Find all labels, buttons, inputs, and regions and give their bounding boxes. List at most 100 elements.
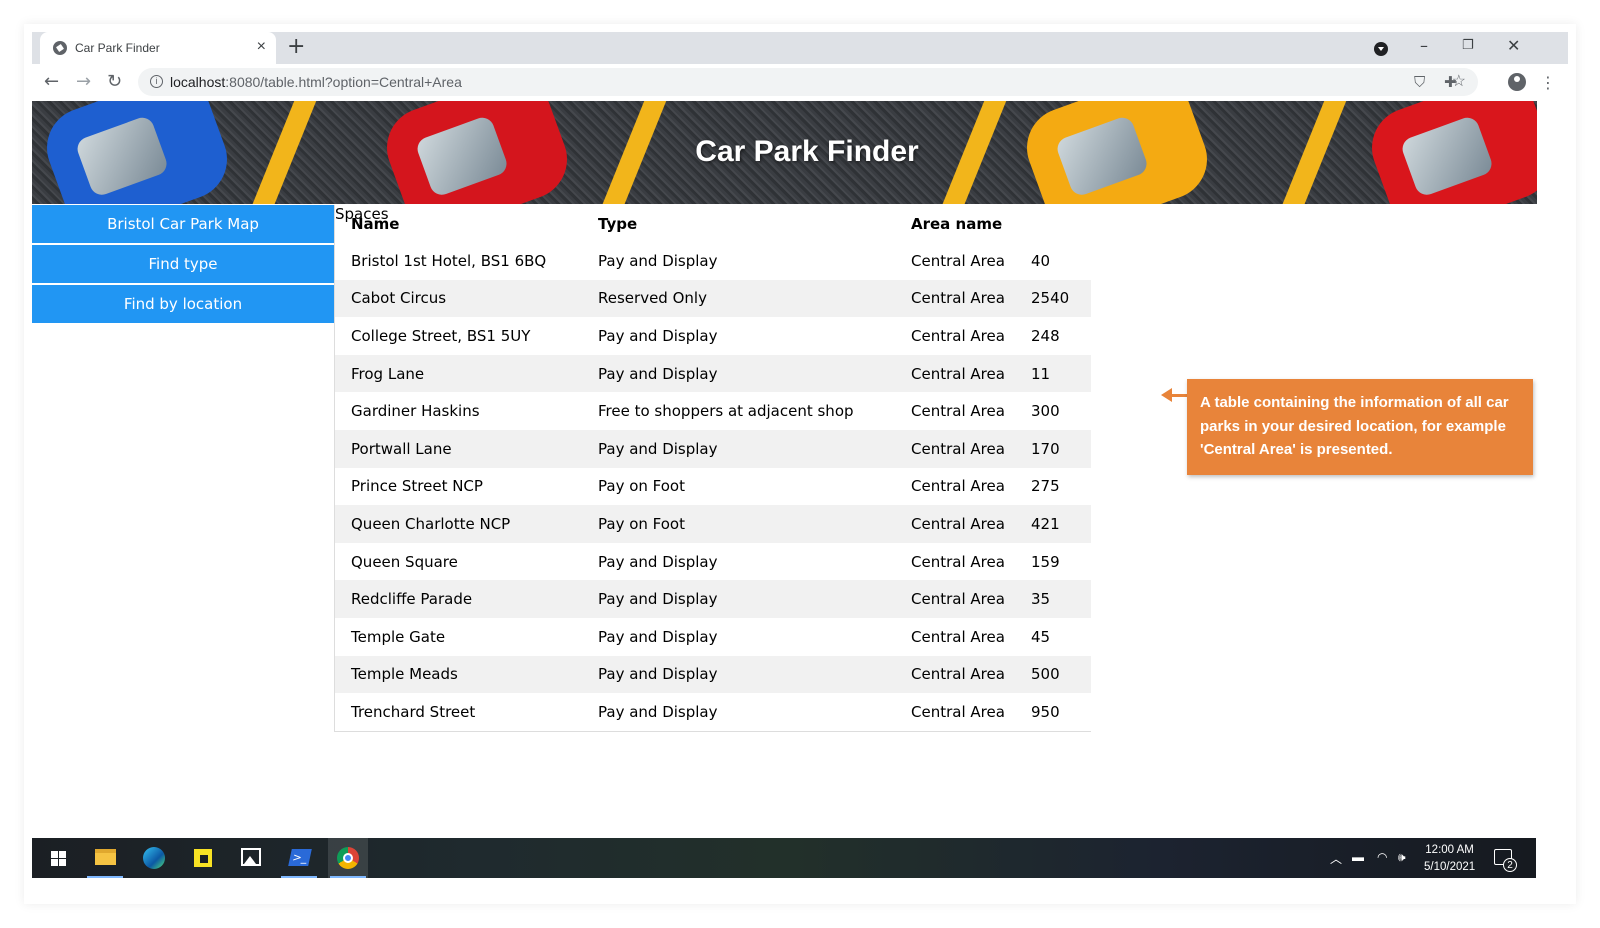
table-row: Redcliffe Parade Pay and Display Central A…: [335, 580, 1091, 618]
cell-name: College Street, BS1 5UY: [351, 326, 531, 345]
reload-icon[interactable]: ↻: [107, 71, 122, 92]
notification-count-badge: 2: [1503, 858, 1517, 872]
url-host: localhost: [170, 74, 226, 90]
callout-arrow: [1170, 394, 1188, 397]
cell-spaces: 2540: [1021, 279, 1091, 318]
cell-name: Portwall Lane: [335, 429, 582, 468]
side-navigation: Bristol Car Park Map Find type Find by l…: [32, 205, 334, 325]
cell-area-name: Central Area: [911, 552, 1005, 571]
chrome-taskbar-icon[interactable]: [328, 838, 368, 878]
cell-spaces: 950: [1031, 702, 1060, 721]
cell-spaces: 421: [1021, 505, 1091, 543]
header-spaces-spacer: [1021, 205, 1091, 242]
header-type: Type: [598, 214, 638, 233]
minimize-icon[interactable]: –: [1420, 36, 1428, 55]
tray-chevron-icon[interactable]: ︿: [1330, 850, 1342, 867]
table-row: Prince Street NCP Pay on Foot Central Area…: [335, 468, 1091, 506]
sticky-notes-taskbar-icon[interactable]: [182, 838, 222, 878]
cell-area-name: Central Area: [911, 702, 1005, 721]
table-row: Queen Charlotte NCP Pay on Foot Central Ar…: [335, 505, 1091, 543]
start-button[interactable]: [36, 838, 76, 878]
table-row: Temple Gate Pay and Display Central Area 45: [335, 618, 1091, 656]
nav-bristol-car-park-map[interactable]: Bristol Car Park Map: [32, 205, 334, 243]
cell-name: Prince Street NCP: [351, 477, 483, 496]
table-row: College Street, BS1 5UY Pay and Display Ce…: [335, 317, 1091, 355]
volume-icon[interactable]: 🕪: [1398, 850, 1406, 865]
cell-name: Trenchard Street: [351, 702, 476, 721]
cell-type: Pay and Display: [582, 354, 895, 393]
windows-taskbar: >_ ︿ ▬ ◠ 🕪 12:00 AM 5/10/2021 2: [32, 838, 1536, 878]
url-path: :8080/table.html?option=Central+Area: [225, 74, 462, 90]
more-menu-icon[interactable]: ⋮: [1540, 73, 1556, 92]
window-close-icon[interactable]: ✕: [1507, 36, 1520, 55]
cell-spaces: 45: [1031, 627, 1051, 646]
cell-type: Pay and Display: [598, 251, 718, 270]
address-bar[interactable]: i localhost:8080/table.html?option=Centr…: [138, 68, 1478, 96]
header-area-name: Area name: [911, 214, 1003, 233]
new-tab-icon[interactable]: +: [287, 34, 305, 59]
photos-taskbar-icon[interactable]: [230, 838, 270, 878]
table-row: Trenchard Street Pay and Display Central A…: [335, 693, 1091, 731]
cell-area-name: Central Area: [911, 326, 1005, 345]
cell-area-name: Central Area: [895, 354, 1021, 393]
cell-spaces: 40: [1031, 251, 1051, 270]
forward-arrow-icon[interactable]: →: [76, 71, 91, 92]
clock-time: 12:00 AM: [1425, 844, 1474, 856]
table-row: Gardiner Haskins Free to shoppers at adja…: [335, 392, 1091, 430]
cell-type: Pay and Display: [598, 326, 718, 345]
cell-name: Cabot Circus: [335, 279, 582, 318]
wifi-icon[interactable]: ◠: [1377, 850, 1387, 864]
tab-title: Car Park Finder: [75, 41, 160, 55]
edge-taskbar-icon[interactable]: [133, 838, 173, 878]
annotation-callout: A table containing the information of al…: [1187, 379, 1533, 475]
file-explorer-taskbar-icon[interactable]: [85, 838, 125, 878]
cell-spaces: 35: [1021, 580, 1091, 618]
cell-name: Temple Gate: [351, 627, 446, 646]
browser-toolbar: ← → ↻ i localhost:8080/table.html?option…: [32, 64, 1568, 102]
cell-spaces: 275: [1031, 477, 1060, 496]
cell-type: Pay and Display: [598, 702, 718, 721]
nav-find-by-location[interactable]: Find by location: [32, 285, 334, 323]
table-body: Bristol 1st Hotel, BS1 6BQ Pay and Displa…: [335, 242, 1091, 731]
system-clock[interactable]: 12:00 AM 5/10/2021: [1424, 842, 1475, 876]
powershell-taskbar-icon[interactable]: >_: [279, 838, 319, 878]
tab-search-icon[interactable]: [1374, 42, 1388, 56]
profile-avatar-icon[interactable]: [1508, 73, 1526, 91]
shield-extension-icon[interactable]: ⛉: [1414, 73, 1425, 91]
cell-type: Reserved Only: [582, 279, 895, 318]
clock-date: 5/10/2021: [1424, 861, 1476, 873]
table-row: Frog Lane Pay and Display Central Area 11: [335, 354, 1091, 393]
table-row: Cabot Circus Reserved Only Central Area 254…: [335, 279, 1091, 318]
cell-spaces: 11: [1021, 354, 1091, 393]
cell-name: Frog Lane: [335, 354, 582, 393]
cell-name: Gardiner Haskins: [351, 402, 480, 421]
globe-icon: [53, 41, 67, 55]
cell-area-name: Central Area: [911, 627, 1005, 646]
site-info-icon[interactable]: i: [150, 75, 163, 88]
table-row: Bristol 1st Hotel, BS1 6BQ Pay and Displa…: [335, 242, 1091, 280]
cell-spaces: 300: [1031, 402, 1060, 421]
cell-type: Free to shoppers at adjacent shop: [598, 402, 854, 421]
browser-tab[interactable]: Car Park Finder ×: [40, 32, 276, 64]
table-row: Queen Square Pay and Display Central Area 1…: [335, 543, 1091, 581]
back-arrow-icon[interactable]: ←: [44, 71, 59, 92]
puzzle-extensions-icon[interactable]: ✚: [1444, 73, 1457, 91]
cell-type: Pay on Foot: [582, 505, 895, 543]
restore-icon[interactable]: ❐: [1462, 38, 1474, 53]
cell-area-name: Central Area: [911, 251, 1005, 270]
cell-area-name: Central Area: [895, 429, 1021, 468]
cell-area-name: Central Area: [911, 402, 1005, 421]
battery-icon[interactable]: ▬: [1352, 850, 1364, 864]
header-spaces: Spaces: [335, 205, 389, 223]
cell-spaces: 248: [1031, 326, 1060, 345]
cell-type: Pay and Display: [582, 580, 895, 618]
cell-area-name: Central Area: [911, 477, 1005, 496]
cell-type: Pay and Display: [582, 655, 895, 694]
cell-area-name: Central Area: [895, 279, 1021, 318]
cell-spaces: 159: [1031, 552, 1060, 571]
close-tab-icon[interactable]: ×: [257, 38, 266, 56]
nav-find-type[interactable]: Find type: [32, 245, 334, 283]
cell-spaces: 500: [1021, 655, 1091, 694]
table-header-row: Name Type Area name: [335, 205, 1091, 242]
cell-area-name: Central Area: [895, 580, 1021, 618]
